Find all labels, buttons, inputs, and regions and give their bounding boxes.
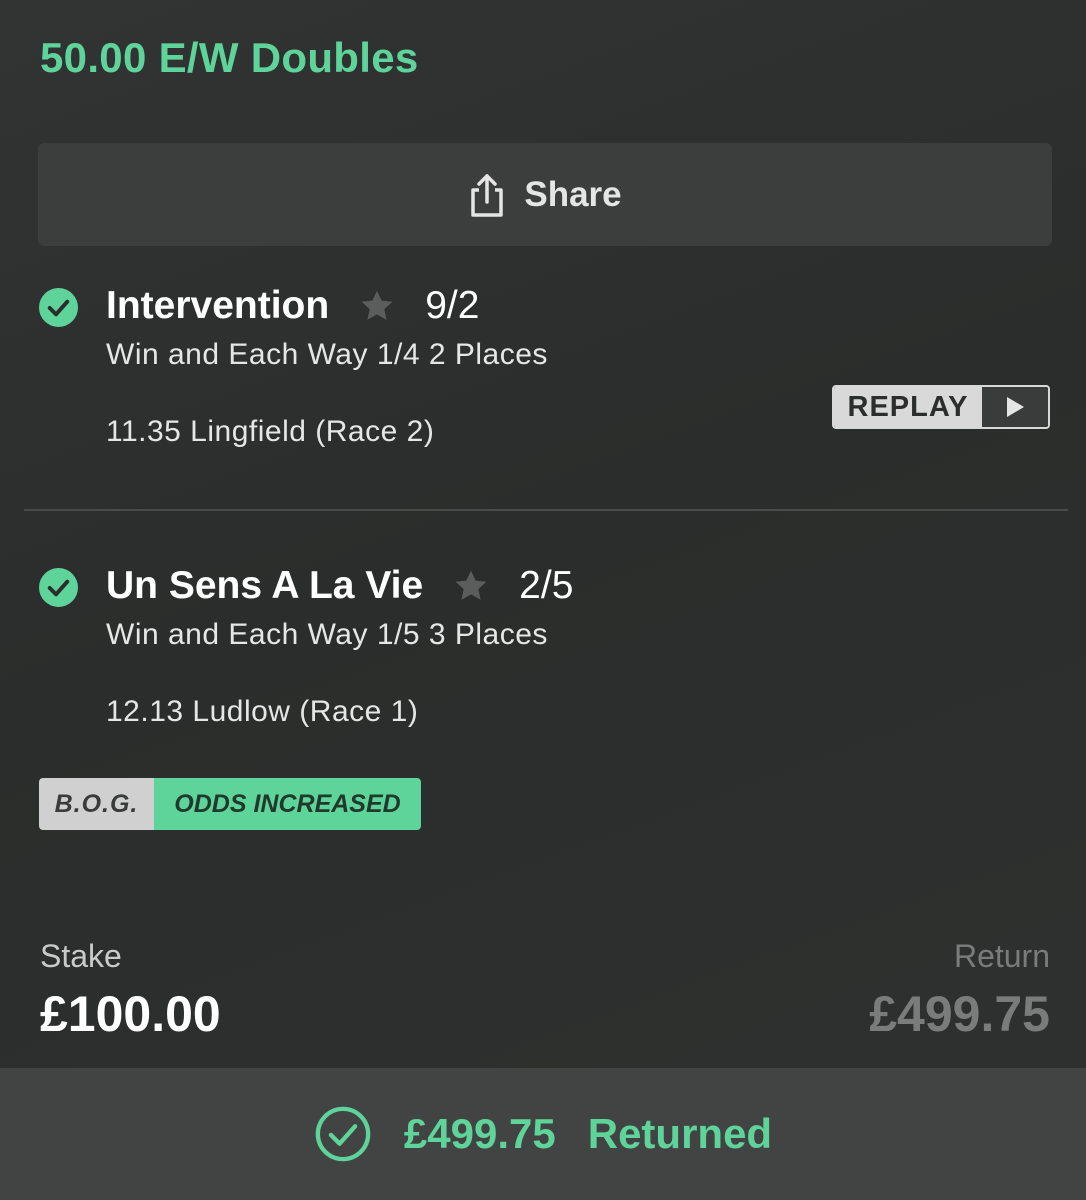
selection-market: Win and Each Way 1/4 2 Places [106, 338, 548, 371]
return-label: Return [953, 938, 1050, 974]
check-circle-icon [39, 288, 78, 327]
stake-value: £100.00 [40, 986, 221, 1042]
selection-market: Win and Each Way 1/5 3 Places [106, 618, 548, 651]
selection-divider [24, 509, 1068, 511]
selection-event: 12.13 Ludlow (Race 1) [106, 695, 419, 728]
star-icon[interactable] [359, 288, 395, 324]
selection-event: 11.35 Lingfield (Race 2) [106, 415, 435, 448]
returned-label: Returned [587, 1110, 773, 1157]
share-label: Share [524, 174, 622, 214]
odds-increased-label: ODDS INCREASED [154, 778, 421, 830]
selection-header: Intervention 9/2 [106, 284, 479, 328]
bog-label: B.O.G. [39, 778, 154, 830]
bet-title: 50.00 E/W Doubles [40, 34, 419, 81]
replay-button[interactable]: REPLAY [832, 385, 1050, 429]
replay-label: REPLAY [834, 387, 982, 427]
star-icon[interactable] [453, 568, 489, 604]
selection-name: Un Sens A La Vie [106, 564, 424, 607]
share-button[interactable]: Share [38, 143, 1052, 246]
stake-label: Stake [40, 938, 122, 974]
check-circle-outline-icon [315, 1106, 371, 1162]
returned-banner: £499.75 Returned [0, 1068, 1086, 1200]
play-icon [982, 387, 1048, 427]
share-icon [468, 172, 506, 218]
return-value: £499.75 [869, 986, 1050, 1042]
check-circle-icon [39, 568, 78, 607]
selection-header: Un Sens A La Vie 2/5 [106, 564, 573, 608]
selection-odds: 2/5 [519, 564, 574, 607]
returned-amount: £499.75 [403, 1110, 556, 1157]
selection-odds: 9/2 [425, 284, 480, 327]
selection-name: Intervention [106, 284, 330, 327]
bog-odds-increased-badge: B.O.G. ODDS INCREASED [39, 778, 421, 830]
